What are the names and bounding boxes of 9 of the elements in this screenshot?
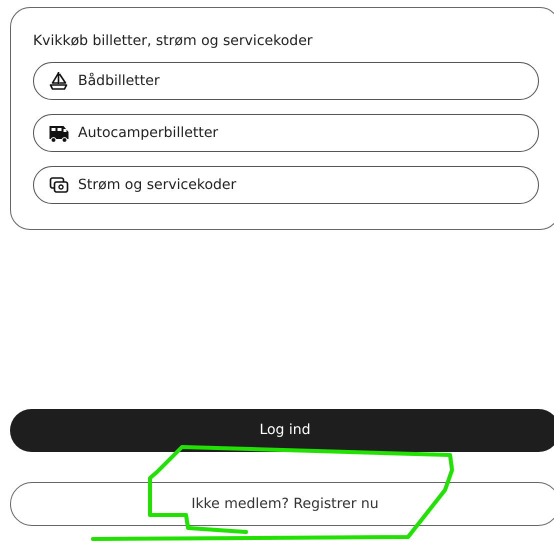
register-button[interactable]: Ikke medlem? Registrer nu [10,482,554,526]
quick-buy-button[interactable]: Strøm og servicekoder [33,166,539,204]
quick-buy-button[interactable]: Autocamperbilletter [33,114,539,152]
sailboat-icon [48,71,70,91]
card-heading: Kvikkøb billetter, strøm og servicekoder [33,32,314,50]
cards-icon [48,175,70,195]
camper-van-icon [48,123,70,143]
login-button[interactable]: Log ind [10,409,554,452]
quick-buy-button[interactable]: Bådbilletter [33,62,539,100]
